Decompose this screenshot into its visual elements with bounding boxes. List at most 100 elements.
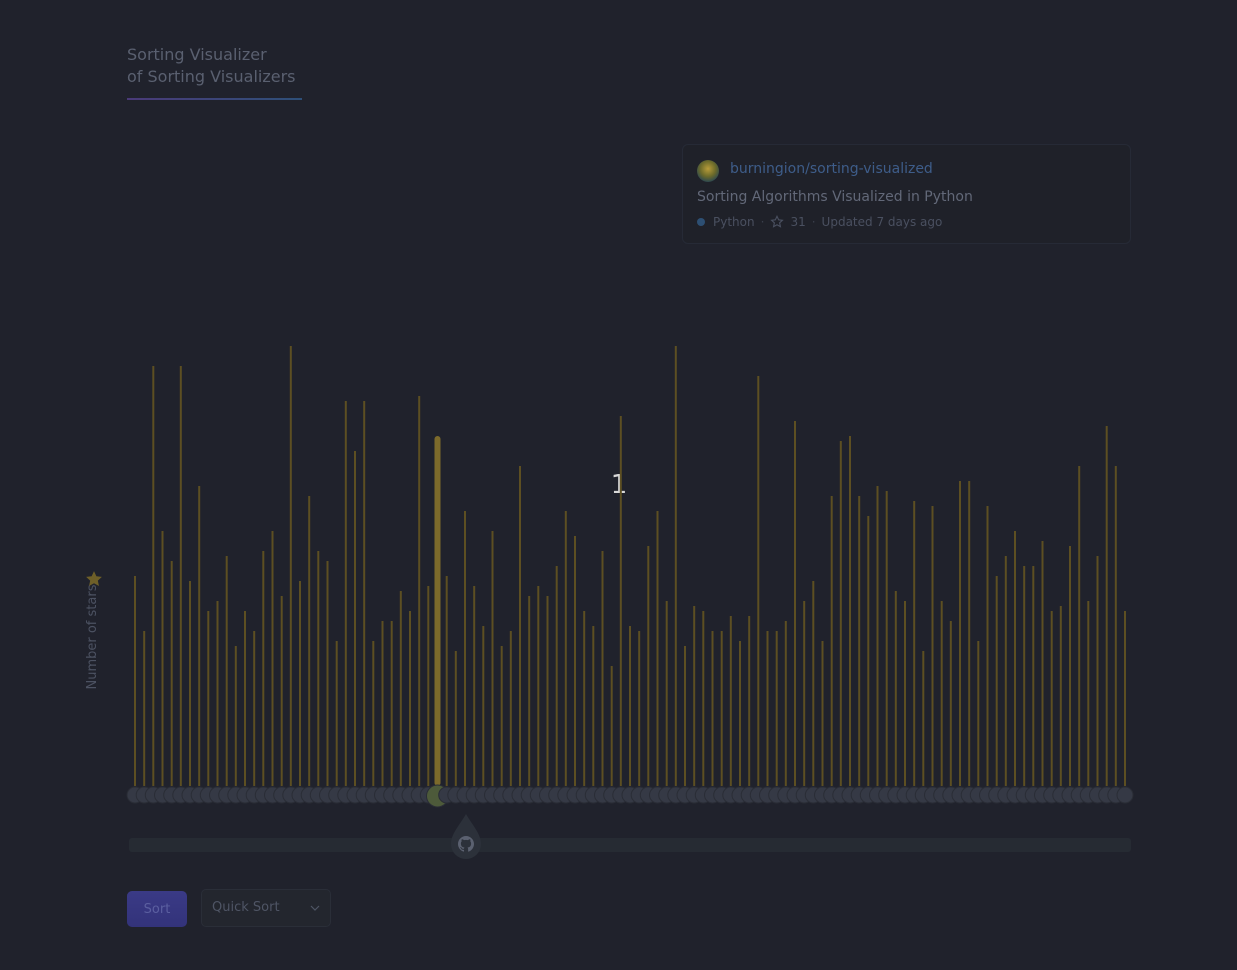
bar[interactable] [858,496,861,786]
bar[interactable] [1114,466,1117,786]
bar[interactable] [509,631,512,786]
bar[interactable] [262,551,265,786]
bar[interactable] [1096,556,1099,786]
bar[interactable] [491,531,494,786]
bar[interactable] [1050,611,1053,786]
bar[interactable] [244,611,246,786]
bar[interactable] [940,601,943,786]
algorithm-select[interactable]: Quick Sort [201,889,331,927]
bar[interactable] [711,631,714,786]
bar[interactable] [354,451,356,786]
bar[interactable] [619,416,622,786]
bar[interactable] [161,531,164,786]
bar[interactable] [427,586,430,786]
bar[interactable] [839,441,842,786]
bar[interactable] [225,556,228,786]
bar[interactable] [482,626,485,786]
bar[interactable] [299,581,301,786]
bar[interactable] [647,546,650,786]
bar[interactable] [335,641,338,786]
bar[interactable] [684,646,686,786]
bar[interactable] [519,466,521,786]
bar[interactable] [537,586,540,786]
bar[interactable] [500,646,503,786]
bar[interactable] [775,631,778,786]
bar[interactable] [986,506,989,786]
bar[interactable] [821,641,824,786]
bar[interactable] [693,606,696,786]
bar[interactable] [1004,556,1007,786]
bar[interactable] [445,576,448,786]
bar[interactable] [894,591,897,786]
sort-button[interactable]: Sort [127,891,187,927]
bar[interactable] [794,421,796,786]
bar[interactable] [968,481,971,786]
bar[interactable] [198,486,201,786]
bar[interactable] [152,366,155,786]
bar[interactable] [308,496,311,786]
bar[interactable] [454,651,457,786]
bar[interactable] [592,626,595,786]
bar[interactable] [179,366,182,786]
bar[interactable] [390,621,393,786]
bar[interactable] [528,596,531,786]
repo-avatar-marker[interactable] [1116,786,1134,804]
bar[interactable] [1078,466,1081,786]
bar[interactable] [381,621,384,786]
bar[interactable] [766,631,769,786]
bar[interactable] [656,511,659,786]
bar[interactable] [1087,601,1090,786]
bar[interactable] [1032,566,1035,786]
bar[interactable] [289,346,292,786]
bar[interactable] [1041,541,1044,786]
bar[interactable] [344,401,347,786]
bar[interactable] [1124,611,1126,786]
bar[interactable] [464,511,466,786]
bar[interactable] [583,611,586,786]
bar[interactable] [867,516,870,786]
bar[interactable] [949,621,952,786]
bar[interactable] [748,616,751,786]
bar[interactable] [170,561,173,786]
bar[interactable] [1105,426,1108,786]
bar[interactable] [234,646,237,786]
bar[interactable] [216,601,219,786]
bar[interactable] [739,641,741,786]
bar[interactable] [757,376,760,786]
bar[interactable] [665,601,668,786]
bar[interactable] [1069,546,1071,786]
bar[interactable] [546,596,549,786]
bar[interactable] [564,511,567,786]
bar[interactable] [326,561,329,786]
bar[interactable] [610,666,613,786]
bar[interactable] [638,631,641,786]
bar[interactable] [207,611,210,786]
bar[interactable] [1023,566,1026,786]
bar[interactable] [931,506,934,786]
bar[interactable] [959,481,961,786]
bar[interactable] [876,486,879,786]
bar[interactable] [399,591,402,786]
bar[interactable] [977,641,980,786]
bar[interactable] [317,551,320,786]
bar-active[interactable] [434,436,441,786]
bar[interactable] [674,346,677,786]
bar[interactable] [143,631,146,786]
bar[interactable] [555,566,558,786]
scrubber-handle[interactable] [449,812,483,860]
bar[interactable] [803,601,806,786]
bar[interactable] [913,501,916,786]
bar[interactable] [1014,531,1016,786]
bar[interactable] [922,651,925,786]
bar[interactable] [885,491,888,786]
bar[interactable] [601,551,604,786]
bar[interactable] [574,536,576,786]
bar[interactable] [830,496,833,786]
bar[interactable] [363,401,366,786]
bar[interactable] [372,641,375,786]
bar[interactable] [629,626,631,786]
bar[interactable] [904,601,906,786]
bar[interactable] [271,531,274,786]
bar[interactable] [418,396,421,786]
bar[interactable] [729,616,732,786]
